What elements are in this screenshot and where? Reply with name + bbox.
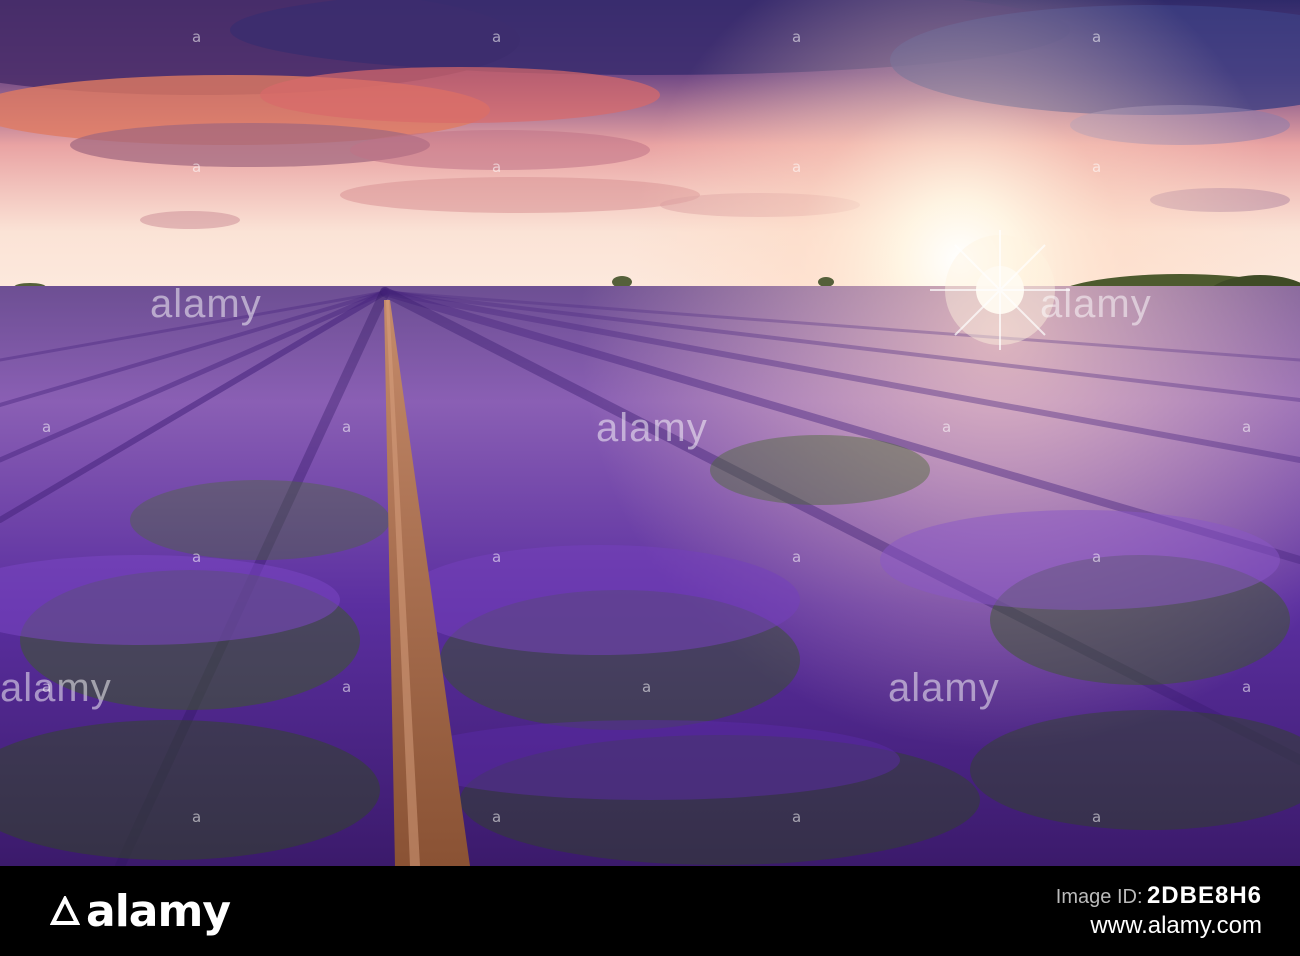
brand-logo[interactable]: alamy [50,885,231,937]
image-meta: Image ID: 2DBE8H6 www.alamy.com [1056,882,1262,940]
image-id-label: Image ID: [1055,886,1143,908]
site-url[interactable]: www.alamy.com [1056,912,1262,940]
stock-photo-page: a a a a a a a a a a a a a a a a a a a a … [0,0,1300,956]
photo-scene [0,0,1300,866]
alamy-logo-icon [50,896,80,925]
image-id: 2DBE8H6 [1146,882,1262,909]
footer-bar: alamy Image ID: 2DBE8H6 www.alamy.com [0,866,1300,956]
brand-name: alamy [86,885,231,937]
lavender-field-photo: a a a a a a a a a a a a a a a a a a a a … [0,0,1300,866]
